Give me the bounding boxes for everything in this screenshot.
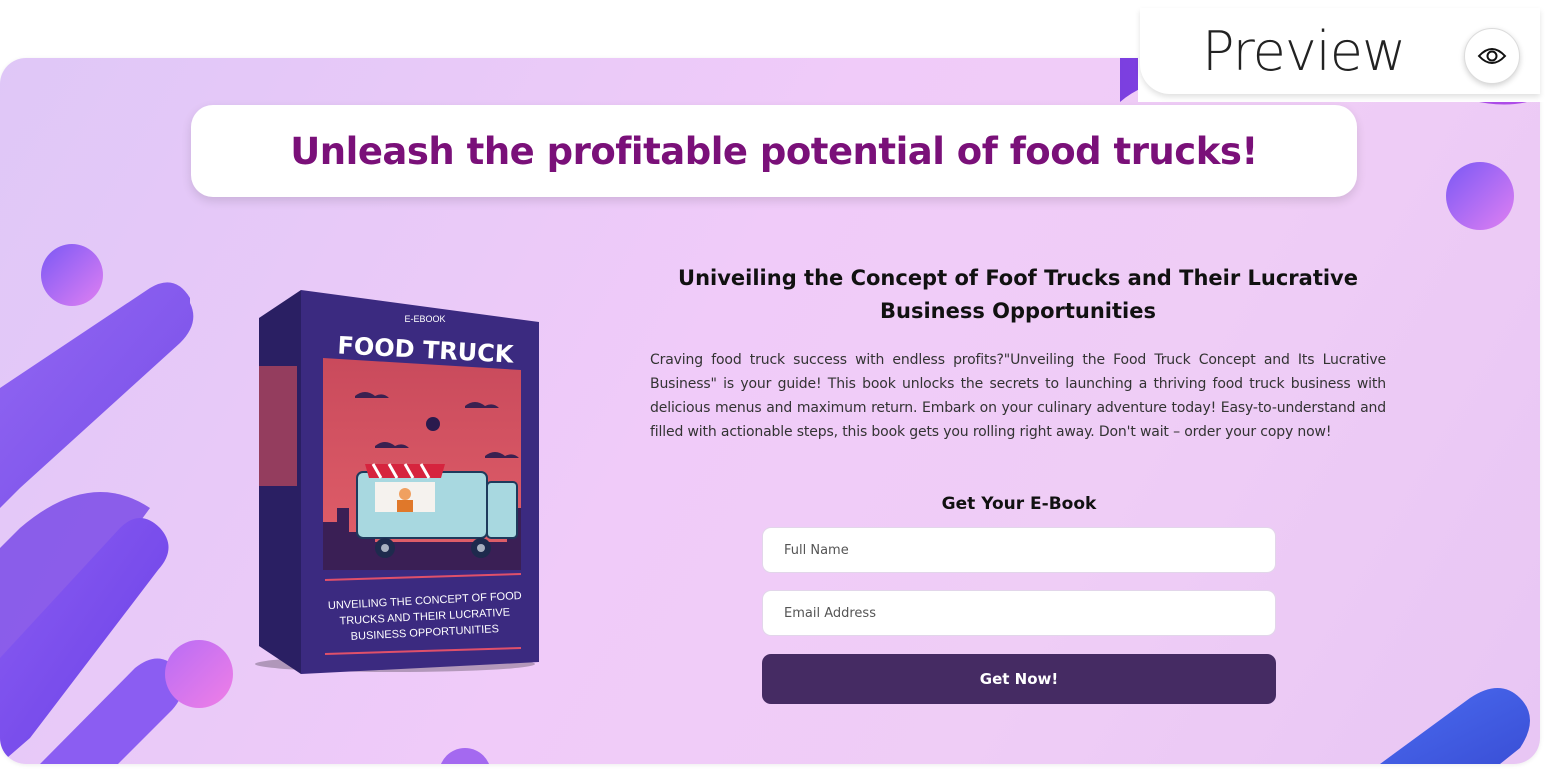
- page-title: Unleash the profitable potential of food…: [290, 129, 1258, 173]
- form-title: Get Your E-Book: [941, 494, 1097, 514]
- product-description: Univeiling the Concept of Foof Trucks an…: [650, 262, 1386, 444]
- full-name-input[interactable]: [762, 527, 1276, 573]
- headline-card: Unleash the profitable potential of food…: [191, 105, 1357, 197]
- eye-icon: [1477, 48, 1507, 64]
- description-text: Craving food truck success with endless …: [650, 352, 1386, 440]
- get-now-button[interactable]: Get Now!: [762, 654, 1276, 704]
- preview-label: Preview: [1202, 20, 1406, 83]
- ebook-cover-image: E-EBOOK FOOD TRUCK UNVEILING THE CONCEPT…: [245, 286, 545, 678]
- email-input[interactable]: [762, 590, 1276, 636]
- section-title: Univeiling the Concept of Foof Trucks an…: [678, 266, 1358, 323]
- preview-tab: Preview: [1140, 8, 1540, 94]
- book-tag: E-EBOOK: [404, 314, 445, 324]
- preview-eye-button[interactable]: [1464, 28, 1520, 84]
